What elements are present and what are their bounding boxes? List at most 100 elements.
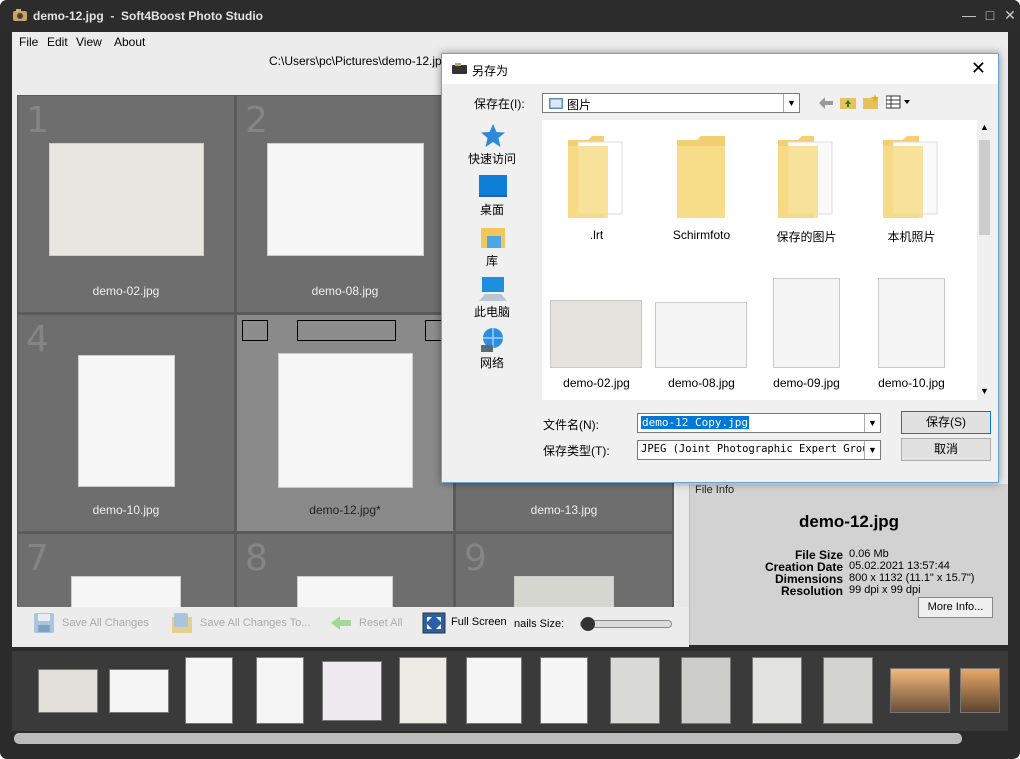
cell-caption: demo-02.jpg [92,284,160,298]
filmstrip-thumb[interactable] [823,657,873,724]
cell-number: 4 [26,319,49,360]
file-thumbnail [773,278,840,368]
filmstrip-thumb[interactable] [185,657,233,724]
file-label: 保存的图片 [776,230,837,244]
file-thumbnail [878,278,945,368]
up-folder-icon[interactable] [840,95,856,109]
filmstrip-scrollbar[interactable] [12,731,1008,746]
scroll-up-icon[interactable]: ▲ [980,122,989,132]
cell-number: 9 [464,538,487,579]
chevron-down-icon: ▼ [864,414,880,432]
info-key: Resolution [781,584,843,598]
filmstrip-thumb[interactable] [890,668,950,713]
menu-view[interactable]: View [76,35,102,49]
grid-cell[interactable]: 1 demo-02.jpg [17,95,235,313]
cell-number: 7 [26,538,49,579]
image-thumbnail [78,355,175,487]
grid-cell[interactable]: 9 [455,533,673,607]
filmstrip-thumb[interactable] [540,657,588,724]
info-value: 800 x 1132 (11.1" x 15.7") [849,572,975,584]
scrollbar-thumb[interactable] [14,733,962,744]
filmstrip-thumb[interactable] [322,661,382,721]
grid-cell[interactable]: 7 [17,533,235,607]
place-label: 库 [485,254,498,268]
file-label: .lrt [589,228,604,242]
filetype-select[interactable]: JPEG (Joint Photographic Expert Group ▼ [637,440,881,460]
folder-icon [778,136,833,218]
filmstrip-thumb[interactable] [38,669,98,713]
place-label: 桌面 [479,203,504,217]
minimize-icon[interactable]: — [961,7,977,23]
image-thumbnail [297,576,393,607]
app-window: demo-12.jpg - Soft4Boost Photo Studio — … [0,0,1020,759]
save-in-combo[interactable]: 图片 ▼ [542,93,800,113]
image-thumbnail [49,143,204,256]
file-thumbnail [550,300,642,368]
file-info-panel: File Info demo-12.jpg File Size 0.06 Mb C… [689,484,1008,645]
menu-edit[interactable]: Edit [47,35,68,49]
menu-bar: File Edit View About [12,32,1008,52]
cancel-button[interactable]: 取消 [901,438,991,461]
fullscreen-icon [422,612,446,634]
grid-cell-selected[interactable]: demo-12.jpg* [236,314,454,532]
menu-about[interactable]: About [114,35,145,49]
close-icon[interactable]: ✕ [1002,7,1018,23]
library-icon [481,228,505,248]
dialog-title-bar: 另存为 ✕ [442,54,998,84]
dialog-close-icon[interactable]: ✕ [971,59,986,77]
filename-input[interactable]: demo-12 Copy.jpg ▼ [637,413,881,433]
scrollbar-thumb[interactable] [979,140,990,235]
dialog-app-icon [452,63,467,74]
image-thumbnail [267,143,424,256]
filetype-label: 保存类型(T): [543,444,610,458]
scroll-down-icon[interactable]: ▼ [980,386,989,396]
chevron-down-icon: ▼ [864,441,880,459]
save-all-button[interactable]: Save All Changes [62,617,149,629]
more-info-button[interactable]: More Info... [918,597,993,618]
filmstrip-thumb[interactable] [752,657,802,724]
crop-handle[interactable] [297,320,396,341]
save-button[interactable]: 保存(S) [901,411,991,434]
filetype-value: JPEG (Joint Photographic Expert Group [641,443,875,455]
file-list: .lrt Schirmfoto 保存的图片 本机照片 demo-02.jpg d… [542,120,977,400]
cell-caption: demo-13.jpg [530,503,598,517]
menu-file[interactable]: File [19,35,38,49]
file-list-scrollbar[interactable]: ▲ ▼ [977,120,992,400]
filmstrip-thumb[interactable] [399,657,447,724]
cell-caption: demo-08.jpg [311,284,379,298]
filmstrip-thumb[interactable] [109,669,169,713]
maximize-icon[interactable]: □ [982,7,998,23]
view-menu-icon[interactable] [886,95,912,109]
image-thumbnail [71,576,181,607]
file-label: 本机照片 [887,230,936,244]
reset-all-button[interactable]: Reset All [359,617,402,629]
filmstrip-thumb[interactable] [681,657,731,724]
image-thumbnail [278,353,413,488]
file-label: demo-09.jpg [773,376,840,390]
grid-cell[interactable]: 4 demo-10.jpg [17,314,235,532]
slider-handle[interactable] [581,617,595,631]
filmstrip-thumb[interactable] [610,657,660,724]
dialog-title: 另存为 [472,64,509,78]
file-info-header: File Info [695,484,735,496]
chevron-down-icon: ▼ [783,94,799,112]
filmstrip-thumb[interactable] [256,657,304,724]
thumbnails-size-label: nails Size: [514,618,565,630]
info-filename: demo-12.jpg [798,512,900,531]
image-thumbnail [514,576,614,607]
grid-cell[interactable]: 8 [236,533,454,607]
save-all-to-button[interactable]: Save All Changes To... [200,617,310,629]
crop-handle[interactable] [242,320,268,341]
cell-number: 1 [26,100,49,141]
file-label: Schirmfoto [672,228,731,242]
new-folder-icon[interactable] [863,94,879,109]
save-icon [34,613,54,633]
file-label: demo-02.jpg [563,376,630,390]
back-arrow-icon[interactable] [819,97,833,109]
filmstrip-thumb[interactable] [466,657,522,724]
window-title: demo-12.jpg - Soft4Boost Photo Studio [33,9,263,23]
full-screen-button[interactable]: Full Screen [451,616,507,628]
filmstrip-thumb[interactable] [960,668,1000,713]
grid-cell[interactable]: 2 demo-08.jpg [236,95,454,313]
filename-value: demo-12 Copy.jpg [641,416,749,429]
